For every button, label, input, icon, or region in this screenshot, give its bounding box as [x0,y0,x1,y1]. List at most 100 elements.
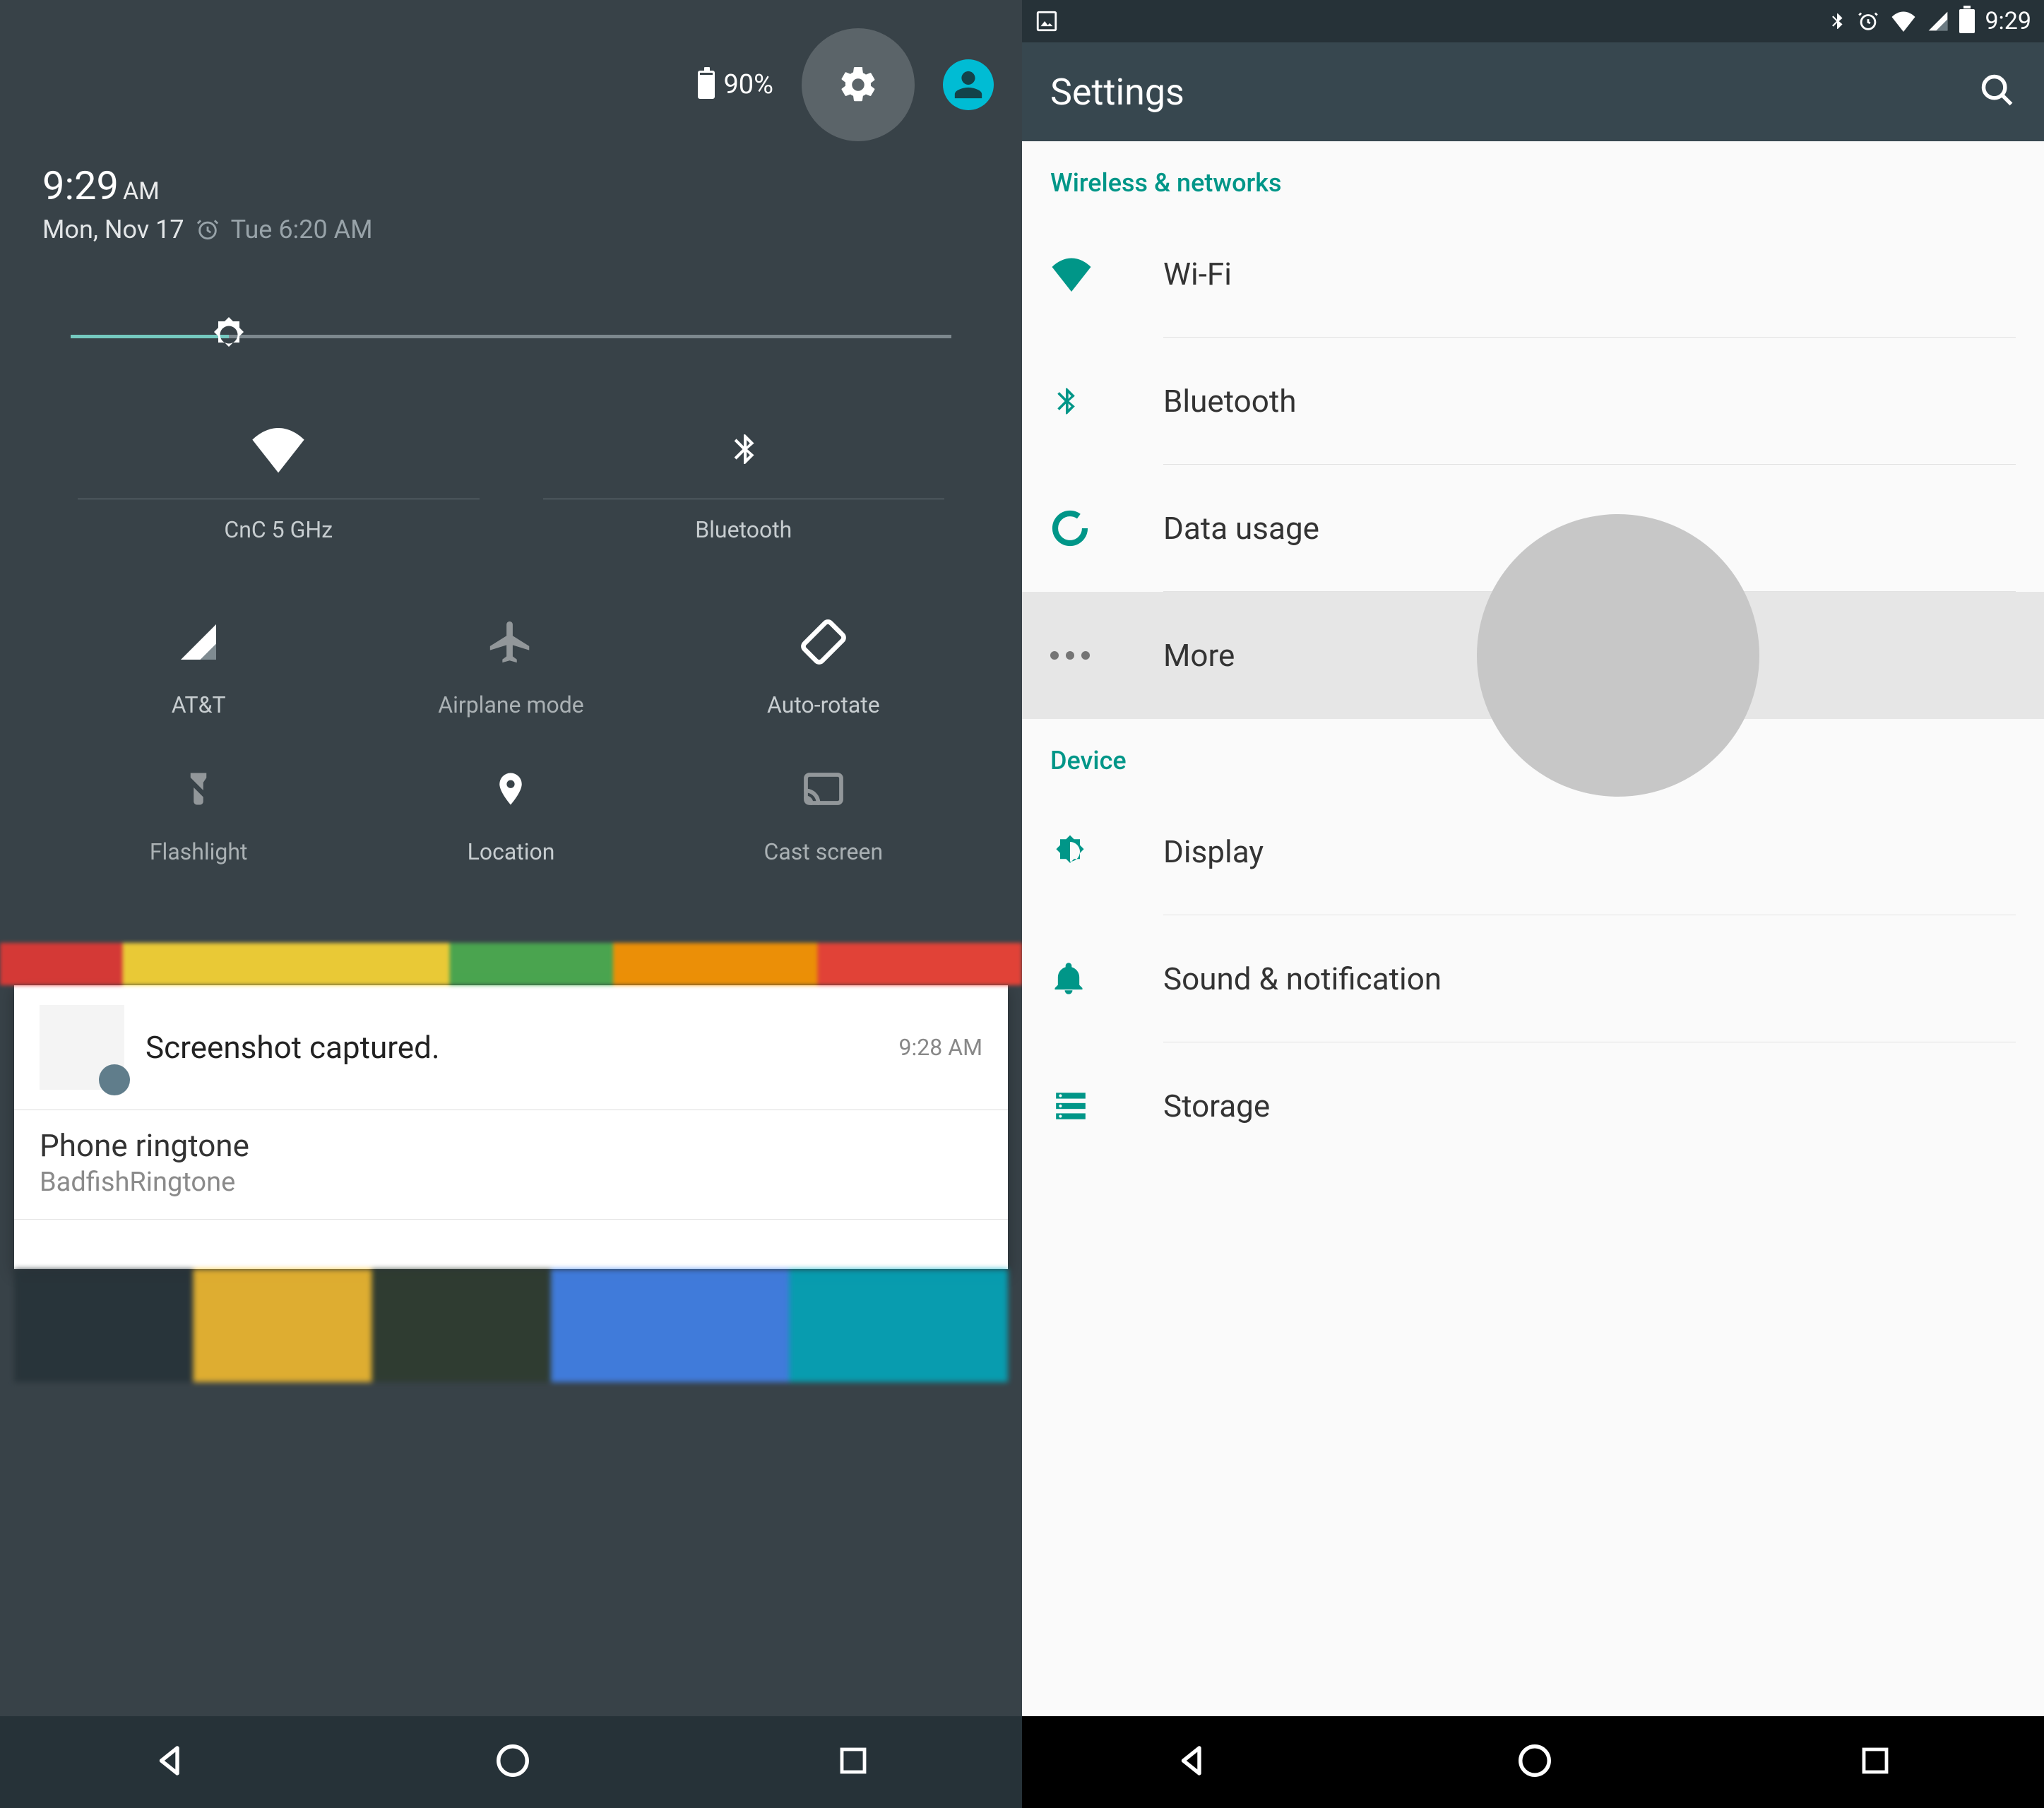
user-avatar-button[interactable] [943,59,994,110]
recents-icon [836,1744,870,1778]
notification-collapsed[interactable] [14,1220,1008,1269]
more-icon [1050,651,1090,660]
qs-tile-label: Airplane mode [438,691,584,718]
notification-title: Phone ringtone [40,1127,982,1164]
navigation-bar [1022,1716,2044,1808]
nav-recents-button[interactable] [836,1744,870,1780]
battery-status-icon [1959,9,1975,33]
cast-icon [797,768,850,810]
back-icon [152,1742,190,1780]
homescreen-peek [0,943,1022,985]
qs-datetime[interactable]: 9:29AM Mon, Nov 17 Tue 6:20 AM [28,162,994,258]
settings-item-label: Data usage [1163,510,1319,547]
settings-item-label: Sound & notification [1163,961,1442,997]
settings-item-wifi[interactable]: Wi-Fi [1022,210,2044,338]
battery-icon [698,71,715,99]
qs-alarm: Tue 6:20 AM [231,215,373,244]
section-header-wireless: Wireless & networks [1022,141,2044,210]
notification-thumbnail [40,1005,124,1090]
appbar-title: Settings [1050,71,1184,114]
nav-back-button[interactable] [152,1742,190,1783]
brightness-icon [208,314,250,356]
notification-title: Screenshot captured. [145,1029,440,1066]
settings-list[interactable]: Wireless & networks Wi-Fi Bluetooth Data… [1022,141,2044,1170]
notification-screenshot[interactable]: Screenshot captured. 9:28 AM [14,985,1008,1110]
qs-tile-cellular[interactable]: AT&T [42,593,355,739]
signal-icon [177,621,220,663]
display-icon [1050,832,1090,872]
settings-button[interactable] [802,28,915,141]
qs-tile-location[interactable]: Location [355,739,667,886]
phone-settings: 9:29 Settings Wireless & networks Wi-Fi … [1022,0,2044,1808]
qs-tile-label: Flashlight [150,838,248,865]
qs-tiles-grid: AT&T Airplane mode Auto-rotate Flashligh… [28,564,994,943]
qs-ampm: AM [123,177,160,206]
qs-tile-bluetooth[interactable]: Bluetooth [529,407,959,557]
brightness-fill [71,335,229,338]
qs-tile-flashlight[interactable]: Flashlight [42,739,355,886]
notification-ringtone[interactable]: Phone ringtone BadfishRingtone [14,1110,1008,1220]
qs-header: 90% [28,0,994,162]
notification-list: Screenshot captured. 9:28 AM Phone ringt… [14,985,1008,1269]
bluetooth-icon [726,421,761,477]
wifi-status-icon [1890,11,1917,32]
status-bar: 9:29 [1022,0,2044,42]
rotate-icon [799,617,848,667]
bluetooth-icon [1050,380,1081,422]
recents-icon [1858,1744,1892,1778]
qs-tile-label: Auto-rotate [767,691,880,718]
back-icon [1174,1742,1212,1780]
settings-item-label: Bluetooth [1163,383,1296,420]
phone-quick-settings: 90% 9:29AM Mon, Nov 17 Tue 6:20 AM [0,0,1022,1808]
qs-tiles-row1: CnC 5 GHz Bluetooth [28,386,994,564]
brightness-thumb[interactable] [208,314,250,359]
signal-status-icon [1927,10,1949,32]
qs-tile-cast[interactable]: Cast screen [667,739,980,886]
alarm-status-icon [1856,9,1880,33]
airplane-icon [486,617,535,667]
notification-time: 9:28 AM [899,1034,982,1061]
home-icon [1516,1742,1554,1780]
qs-tile-label: Location [468,838,555,865]
settings-item-display[interactable]: Display [1022,788,2044,915]
bell-icon [1050,958,1087,999]
settings-item-label: Display [1163,833,1264,870]
nav-back-button[interactable] [1174,1742,1212,1783]
touch-ripple [1477,514,1759,797]
brightness-slider[interactable] [71,315,951,357]
gear-icon [837,64,879,106]
qs-tile-label: CnC 5 GHz [78,499,480,543]
home-icon [494,1742,532,1780]
person-icon [952,69,985,101]
data-usage-icon [1050,509,1090,548]
qs-tile-label: AT&T [172,691,226,718]
qs-date: Mon, Nov 17 [42,215,184,244]
wifi-icon [250,424,307,474]
app-bar: Settings [1022,42,2044,141]
qs-tile-wifi[interactable]: CnC 5 GHz [64,407,494,557]
search-button[interactable] [1979,72,2016,112]
settings-item-label: Wi-Fi [1163,256,1232,292]
image-notification-icon [1035,9,1059,33]
alarm-icon [196,218,220,242]
nav-home-button[interactable] [1516,1742,1554,1783]
storage-icon [1050,1088,1091,1124]
qs-time: 9:29 [42,162,119,209]
qs-tile-airplane[interactable]: Airplane mode [355,593,667,739]
nav-recents-button[interactable] [1858,1744,1892,1780]
battery-pct: 90% [723,69,773,100]
notification-subtitle: BadfishRingtone [40,1167,982,1198]
statusbar-time: 9:29 [1985,7,2031,35]
image-badge-icon [99,1064,130,1095]
settings-item-sound[interactable]: Sound & notification [1022,915,2044,1042]
qs-tile-rotate[interactable]: Auto-rotate [667,593,980,739]
bluetooth-status-icon [1828,9,1846,33]
nav-home-button[interactable] [494,1742,532,1783]
settings-item-more[interactable]: More [1022,592,2044,719]
flashlight-icon [179,764,218,814]
settings-item-bluetooth[interactable]: Bluetooth [1022,338,2044,465]
battery-status: 90% [698,69,773,100]
settings-item-storage[interactable]: Storage [1022,1042,2044,1170]
settings-item-label: More [1163,637,1235,674]
qs-tile-label: Cast screen [764,838,884,865]
